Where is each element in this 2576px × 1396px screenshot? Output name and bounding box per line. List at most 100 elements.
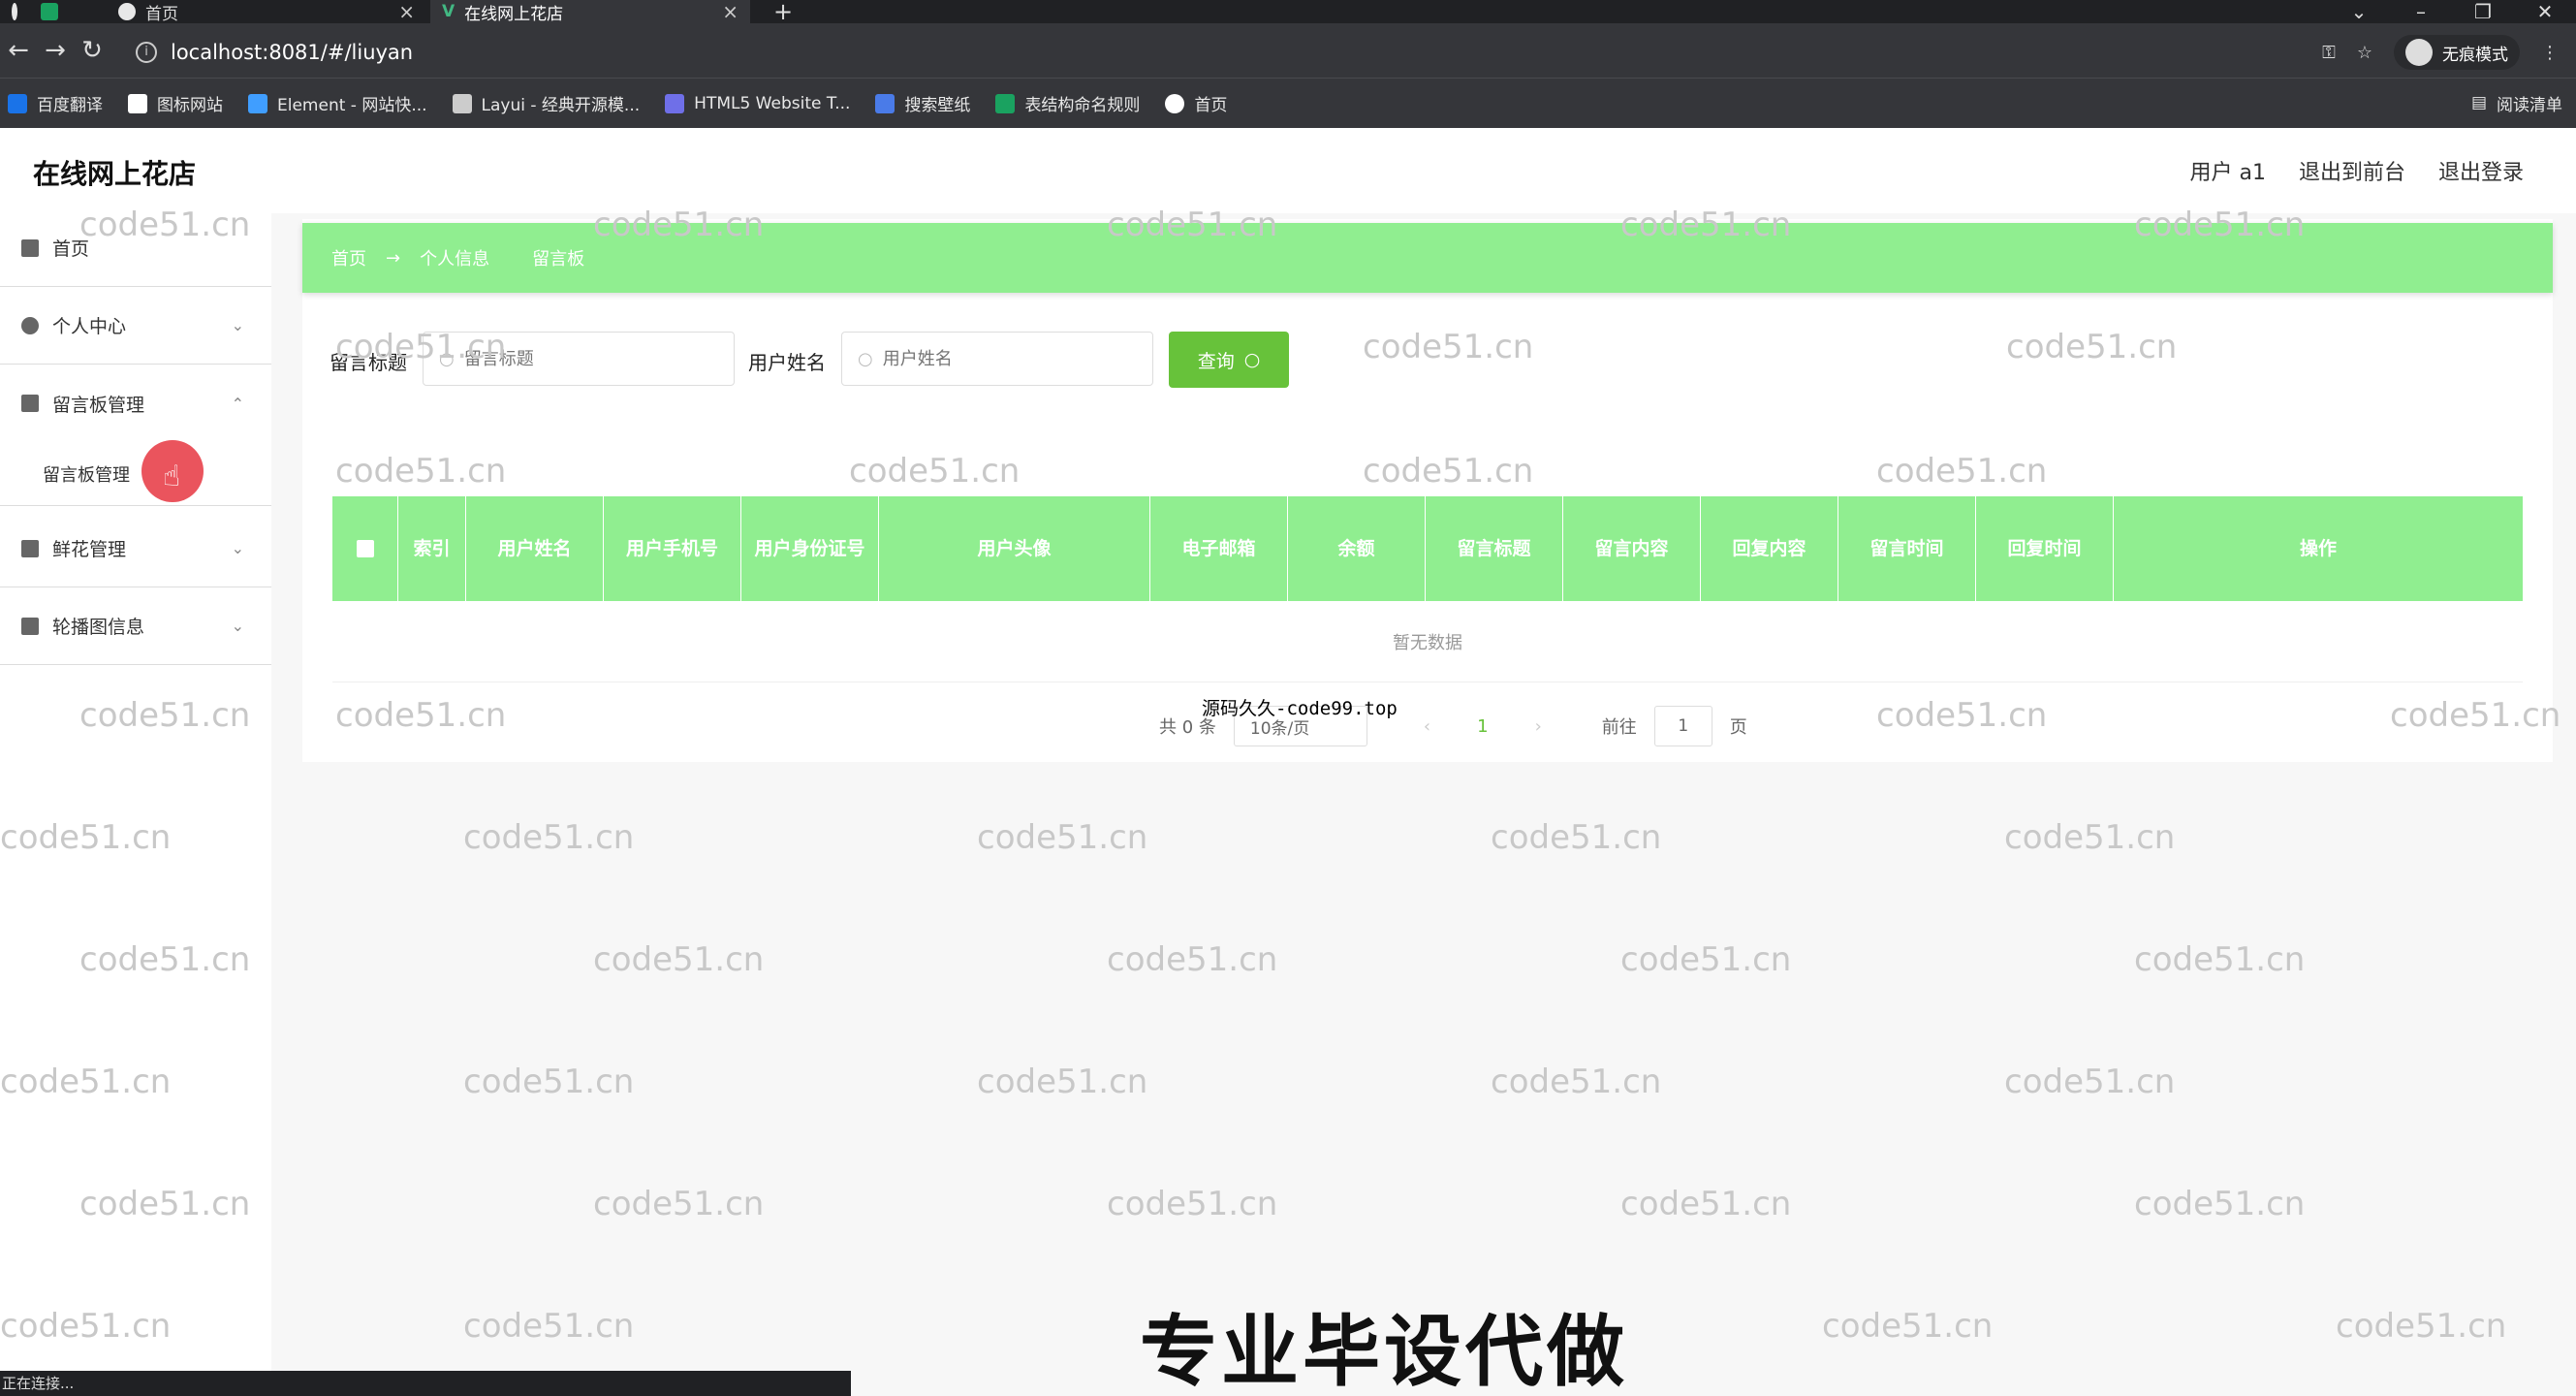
- column-header[interactable]: 余额: [1288, 496, 1426, 601]
- goto-label: 前往: [1601, 717, 1637, 738]
- hand-cursor-icon: ☝: [163, 460, 181, 493]
- name-search-input[interactable]: [882, 348, 1067, 369]
- column-header[interactable]: 留言时间: [1838, 496, 1976, 601]
- browser-right-controls: ⚿ ☆ 无痕模式 ⋮: [2322, 33, 2559, 72]
- browser-menu-icon[interactable]: [0, 0, 29, 23]
- query-button[interactable]: 查询 ○: [1169, 332, 1289, 388]
- header-links: 用户 a1 退出到前台 退出登录: [2189, 155, 2524, 186]
- bookmark-item[interactable]: Element - 网站快...: [248, 91, 427, 115]
- watermark: code51.cn: [977, 1063, 1148, 1101]
- bookmark-item[interactable]: HTML5 Website T...: [665, 93, 850, 113]
- sidebar-item-flower[interactable]: 鲜花管理 ⌄: [0, 510, 271, 587]
- sidebar-item-personal-center[interactable]: 个人中心 ⌄: [0, 287, 271, 365]
- watermark: code51.cn: [593, 940, 765, 979]
- chevron-up-icon: ⌃: [231, 394, 244, 413]
- bookmark-item[interactable]: 搜索壁纸: [875, 91, 970, 115]
- column-header[interactable]: 回复时间: [1976, 496, 2114, 601]
- image-icon: [21, 617, 39, 635]
- search-icon: ○: [439, 348, 455, 369]
- name-filter-field[interactable]: ○: [841, 332, 1153, 386]
- globe-icon: [118, 3, 136, 20]
- watermark: code51.cn: [2004, 818, 2176, 857]
- watermark: code51.cn: [1491, 1063, 1662, 1101]
- address-bar[interactable]: i localhost:8081/#/liuyan: [136, 33, 413, 72]
- forward-icon[interactable]: →: [37, 36, 74, 65]
- watermark: code51.cn: [463, 818, 635, 857]
- reload-icon[interactable]: ↻: [74, 36, 110, 65]
- reading-list-icon: ▤: [2470, 93, 2487, 112]
- current-user: 用户 a1: [2189, 161, 2266, 185]
- sidebar-item-message-board[interactable]: 留言板管理 ⌃: [0, 365, 271, 442]
- close-window-icon[interactable]: ✕: [2514, 0, 2576, 23]
- bookmark-item[interactable]: 首页: [1165, 91, 1227, 115]
- tab-flower-shop[interactable]: V 在线网上花店 ×: [430, 0, 750, 24]
- restore-icon[interactable]: ❐: [2452, 0, 2514, 23]
- watermark: code51.cn: [1822, 1307, 1994, 1346]
- title-filter-label: 留言标题: [330, 351, 407, 374]
- title-filter-field[interactable]: ○: [423, 332, 735, 386]
- wallpaper-icon: [875, 93, 895, 113]
- incognito-badge[interactable]: 无痕模式: [2394, 35, 2520, 70]
- minimize-icon[interactable]: –: [2390, 0, 2452, 23]
- column-header[interactable]: 索引: [398, 496, 466, 601]
- bookmark-item[interactable]: 图标网站: [128, 91, 223, 115]
- page-number[interactable]: 1: [1477, 716, 1488, 737]
- star-icon[interactable]: ☆: [2357, 43, 2372, 63]
- logout-link[interactable]: 退出登录: [2438, 155, 2524, 186]
- search-icon: ○: [1243, 349, 1261, 370]
- watermark: code51.cn: [1620, 1185, 1792, 1223]
- globe-icon: [1165, 93, 1185, 113]
- close-tab-icon[interactable]: ×: [398, 0, 415, 23]
- back-icon[interactable]: ←: [0, 36, 37, 65]
- tab-search-icon[interactable]: ⌄: [2328, 0, 2390, 23]
- sidebar-item-carousel[interactable]: 轮播图信息 ⌄: [0, 587, 271, 665]
- watermark: code51.cn: [2134, 1185, 2306, 1223]
- close-tab-icon[interactable]: ×: [722, 0, 738, 23]
- site-info-icon[interactable]: i: [136, 42, 157, 63]
- promo-caption: 源码久久-code99.top: [1202, 698, 1398, 719]
- prev-page-icon[interactable]: ‹: [1424, 716, 1430, 737]
- element-icon: [248, 93, 267, 113]
- breadcrumb-home[interactable]: 首页: [331, 245, 366, 270]
- watermark: code51.cn: [1107, 940, 1278, 979]
- tab-home[interactable]: 首页 ×: [107, 0, 426, 24]
- bookmark-item[interactable]: 百度翻译: [8, 91, 103, 115]
- bookmark-item[interactable]: 表结构命名规则: [995, 91, 1140, 115]
- exit-to-front-link[interactable]: 退出到前台: [2299, 155, 2405, 186]
- translate-icon: [8, 93, 27, 113]
- breadcrumb-personal: 个人信息: [420, 249, 490, 270]
- tab-sheet[interactable]: [29, 0, 93, 23]
- column-header[interactable]: 留言内容: [1563, 496, 1701, 601]
- app-title: 在线网上花店: [33, 158, 197, 190]
- grid-icon: [21, 539, 39, 557]
- key-icon[interactable]: ⚿: [2322, 43, 2336, 63]
- flag-icon: [128, 93, 147, 113]
- watermark: code51.cn: [463, 1063, 635, 1101]
- select-all-checkbox[interactable]: [332, 496, 398, 601]
- table-empty-row: 暂无数据: [332, 601, 2523, 682]
- breadcrumb: 首页 → 个人信息 留言板: [302, 223, 2553, 293]
- column-header[interactable]: 电子邮箱: [1150, 496, 1288, 601]
- watermark: code51.cn: [2004, 1063, 2176, 1101]
- more-menu-icon[interactable]: ⋮: [2541, 43, 2559, 63]
- column-header[interactable]: 用户头像: [879, 496, 1150, 601]
- breadcrumb-separator: →: [386, 247, 401, 269]
- search-icon: ○: [858, 348, 873, 369]
- title-search-input[interactable]: [463, 348, 648, 369]
- submenu-item-message-board[interactable]: 留言板管理: [0, 442, 271, 506]
- new-tab-button[interactable]: +: [762, 0, 801, 25]
- column-header[interactable]: 用户手机号: [604, 496, 741, 601]
- html5-icon: [665, 93, 685, 113]
- column-header[interactable]: 用户姓名: [466, 496, 604, 601]
- goto-page-input[interactable]: 1: [1653, 706, 1712, 746]
- bookmark-item[interactable]: Layui - 经典开源模...: [452, 91, 640, 115]
- column-header[interactable]: 留言标题: [1426, 496, 1563, 601]
- breadcrumb-current: 留言板: [532, 249, 585, 270]
- table-header: 索引 用户姓名 用户手机号 用户身份证号 用户头像 电子邮箱 余额 留言标题 留…: [332, 496, 2523, 601]
- next-page-icon[interactable]: ›: [1535, 716, 1542, 737]
- reading-list[interactable]: ▤ 阅读清单: [2471, 78, 2562, 128]
- column-header[interactable]: 回复内容: [1701, 496, 1838, 601]
- column-header[interactable]: 用户身份证号: [741, 496, 879, 601]
- browser-tab-bar: 首页 × V 在线网上花店 × + ⌄ – ❐ ✕: [0, 0, 2576, 25]
- sidebar-item-home[interactable]: 首页: [0, 209, 271, 287]
